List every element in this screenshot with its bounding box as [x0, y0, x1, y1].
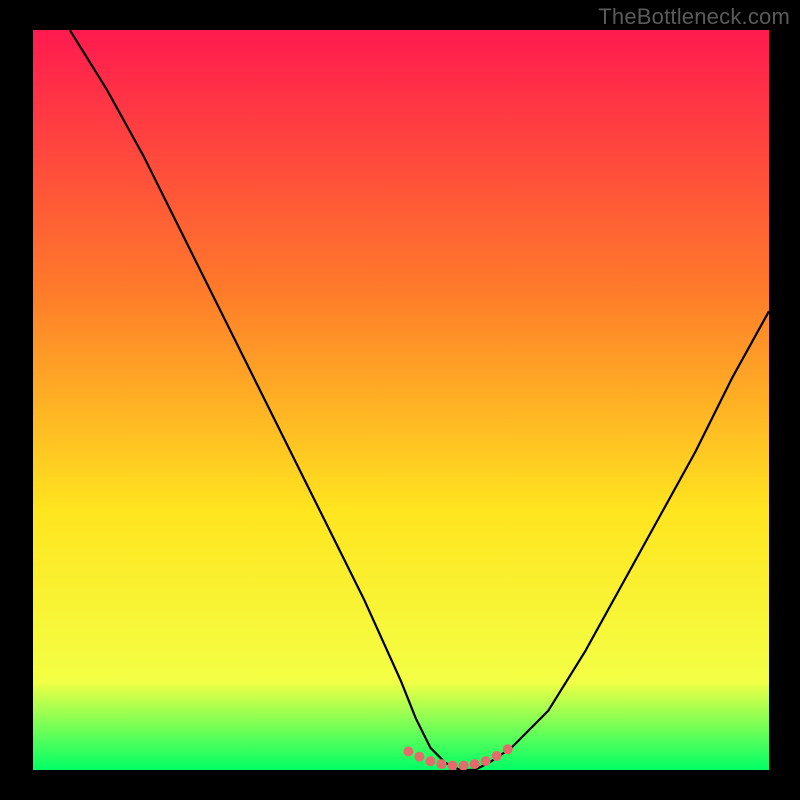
y-axis-area — [0, 30, 33, 770]
min-dot — [414, 752, 424, 762]
plot-area — [33, 30, 769, 770]
watermark-text: TheBottleneck.com — [598, 4, 790, 30]
min-dot — [492, 751, 502, 761]
gradient-background — [33, 30, 769, 770]
min-dot — [470, 759, 480, 769]
min-dot — [403, 747, 413, 757]
plot-svg — [33, 30, 769, 770]
min-dot — [425, 756, 435, 766]
right-border — [769, 30, 800, 770]
chart-canvas: TheBottleneck.com — [0, 0, 800, 800]
min-dot — [481, 756, 491, 766]
x-axis-area — [0, 770, 800, 800]
min-dot — [503, 744, 513, 754]
min-dot — [436, 759, 446, 769]
